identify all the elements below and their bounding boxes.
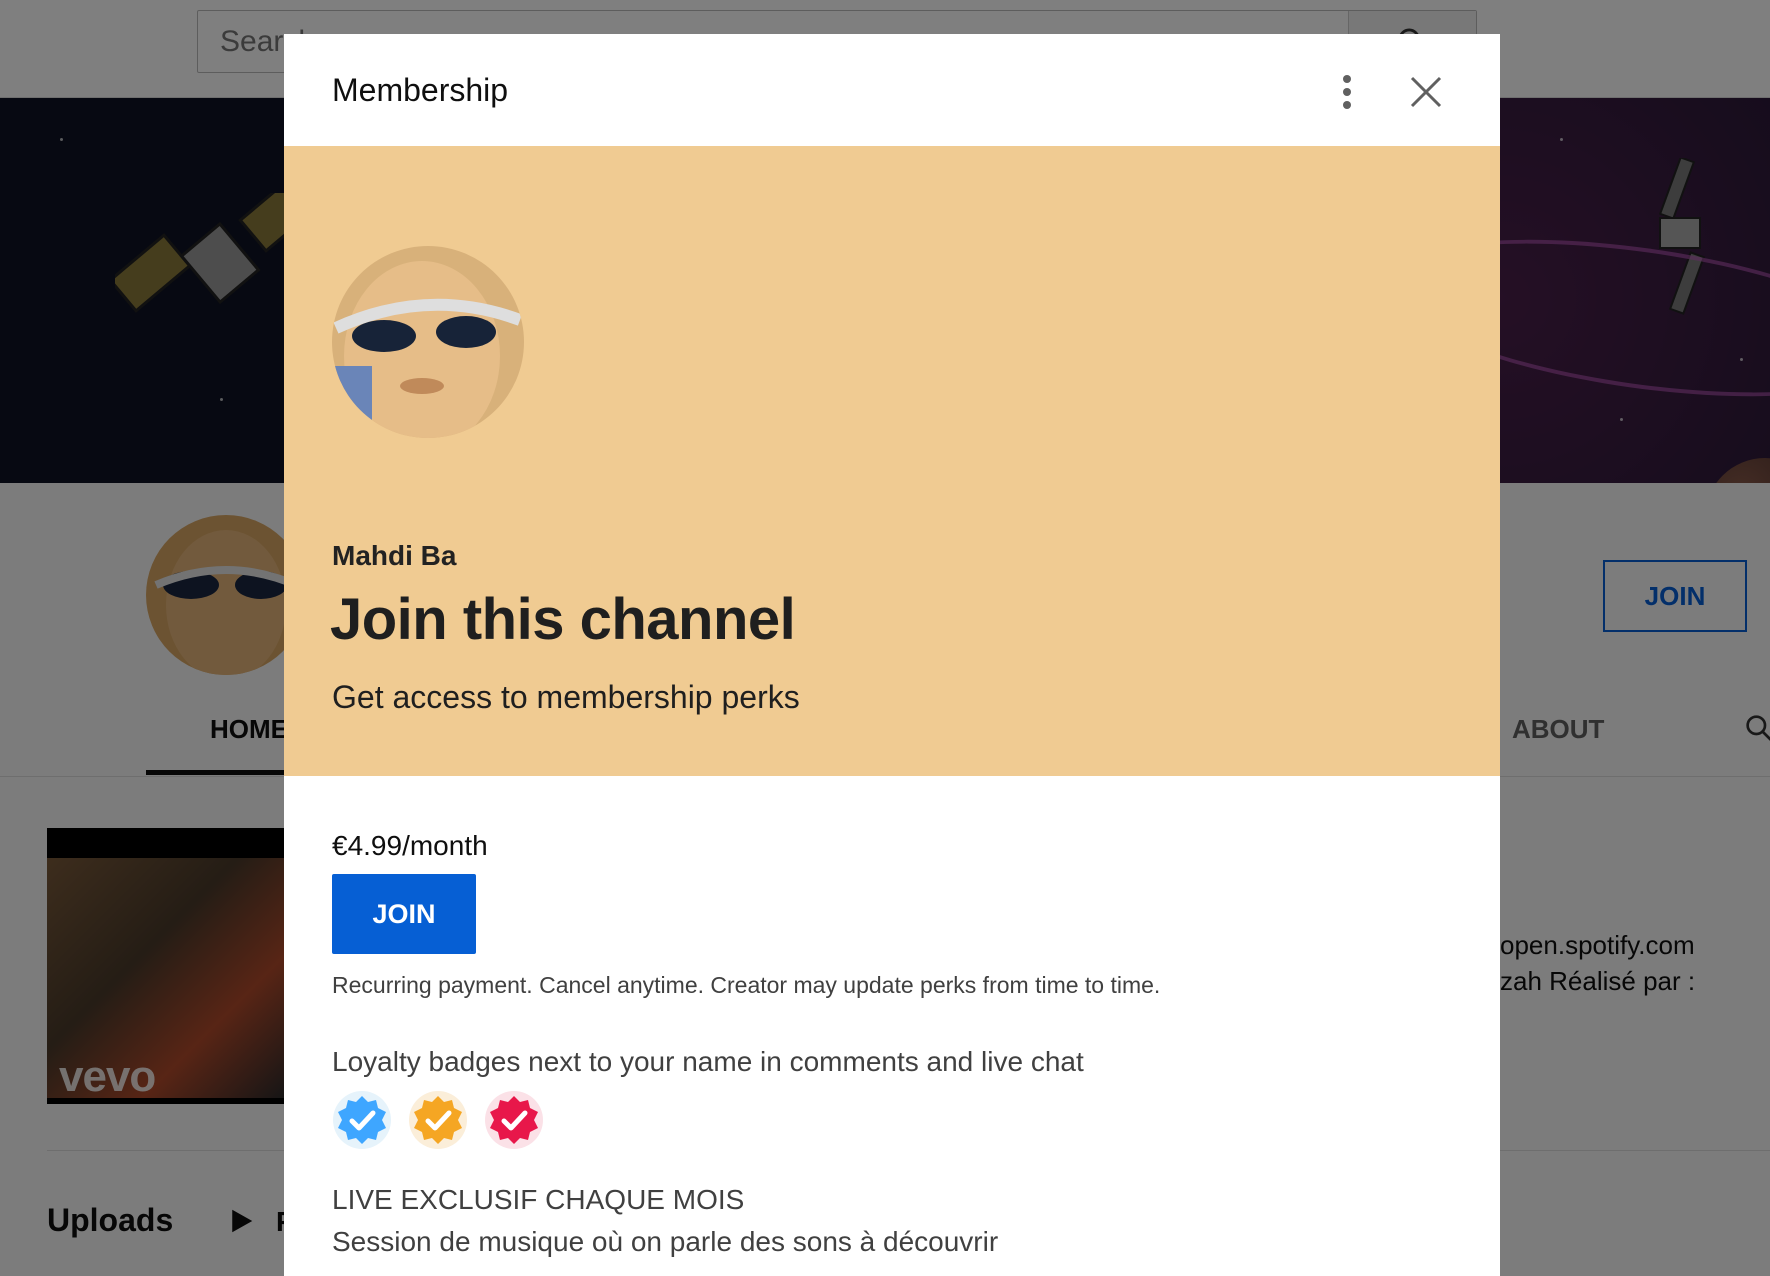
membership-body: €4.99/month JOIN Recurring payment. Canc… [284, 776, 1500, 1276]
membership-hero: Mahdi Ba Join this channel Get access to… [284, 146, 1500, 776]
perk-title: Loyalty badges next to your name in comm… [332, 1046, 1084, 1077]
recurring-payment-note: Recurring payment. Cancel anytime. Creat… [332, 972, 1161, 998]
join-subheading: Get access to membership perks [332, 679, 800, 715]
join-button[interactable]: JOIN [332, 874, 476, 954]
badge-blue-check-icon [333, 1091, 391, 1149]
close-icon [1410, 76, 1442, 108]
perk-description: Session de musique où on parle des sons … [332, 1226, 999, 1257]
close-button[interactable] [1406, 72, 1446, 112]
dialog-header: Membership [284, 34, 1500, 146]
dialog-title: Membership [332, 72, 509, 108]
more-vert-icon [1343, 75, 1351, 109]
more-options-button[interactable] [1332, 72, 1362, 112]
join-heading: Join this channel [330, 587, 796, 652]
loyalty-badges [332, 1090, 544, 1154]
channel-avatar-large [332, 246, 524, 438]
badge-orange-check-icon [409, 1091, 467, 1149]
membership-price: €4.99/month [332, 830, 488, 861]
badge-red-check-icon [485, 1091, 543, 1149]
membership-dialog: Membership Mahdi Ba Join this channel Ge… [284, 34, 1500, 1276]
channel-name: Mahdi Ba [332, 540, 457, 571]
avatar-image [332, 246, 524, 438]
perk-title: LIVE EXCLUSIF CHAQUE MOIS [332, 1184, 745, 1215]
